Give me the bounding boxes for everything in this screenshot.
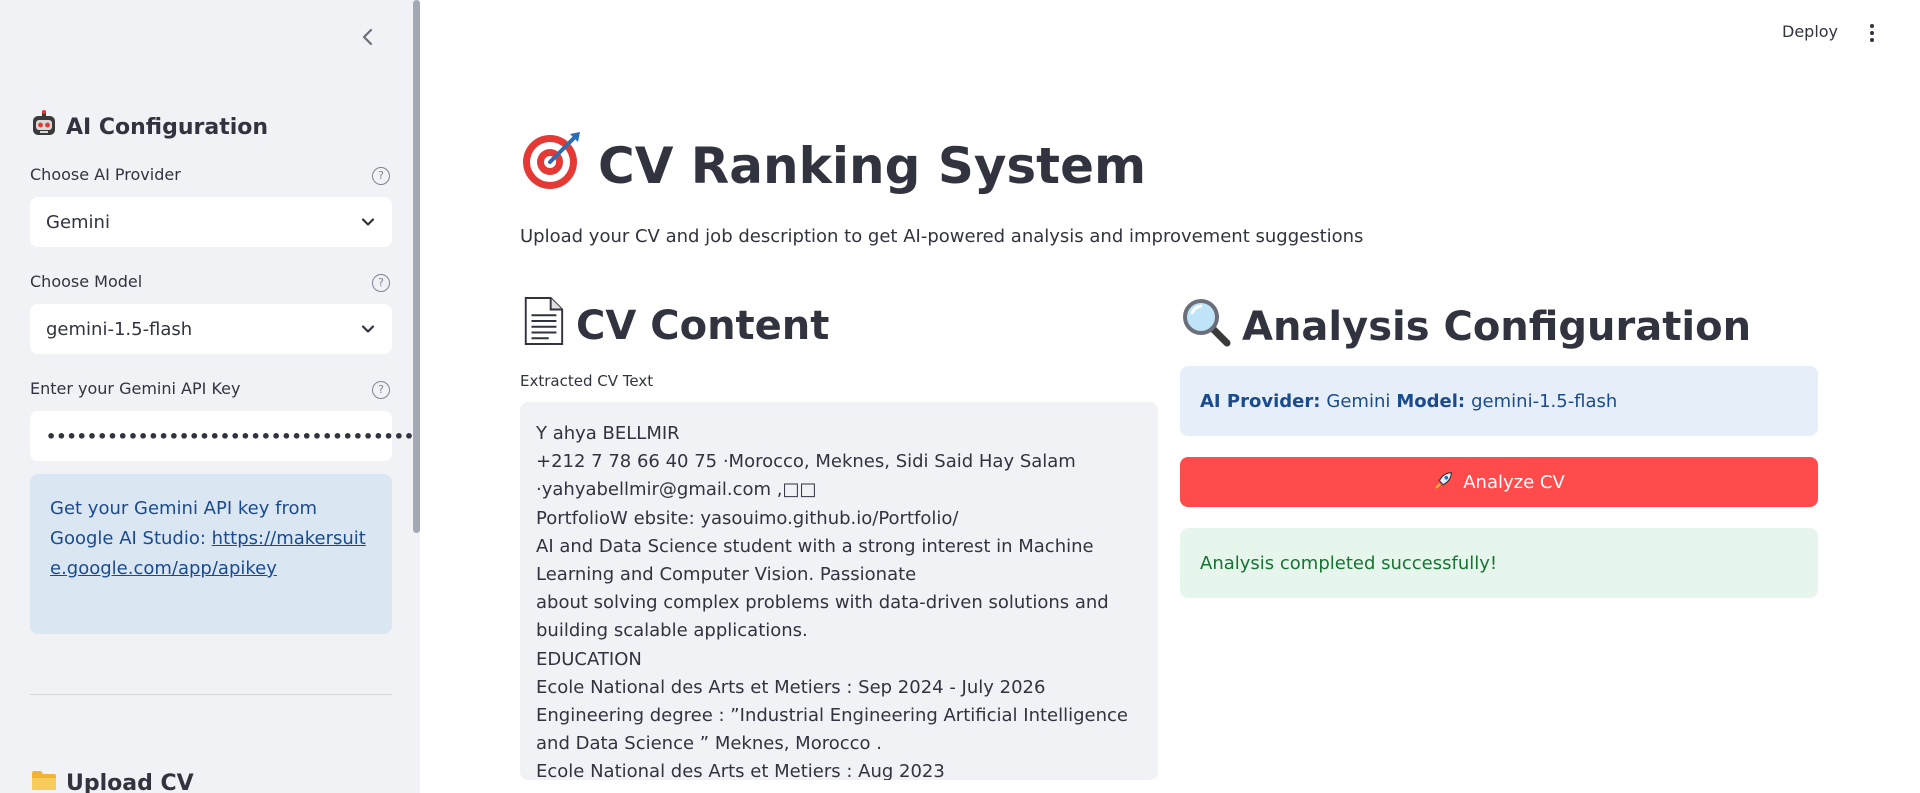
upload-cv-heading-text: Upload CV bbox=[66, 770, 194, 793]
help-icon[interactable]: ? bbox=[372, 381, 390, 399]
ai-config-heading: AI Configuration bbox=[30, 110, 268, 144]
provider-value: Gemini bbox=[1326, 390, 1391, 412]
robot-icon bbox=[30, 110, 58, 144]
model-label: Choose Model bbox=[30, 272, 143, 291]
api-key-value: •••••••••••••••••••••••••••••••••••••• bbox=[46, 426, 420, 446]
model-value: gemini-1.5-flash bbox=[1471, 390, 1618, 412]
analyze-cv-label: Analyze CV bbox=[1463, 471, 1565, 493]
api-key-info-box: Get your Gemini API key from Google AI S… bbox=[30, 474, 392, 634]
config-info-box: AI Provider: Gemini Model: gemini-1.5-fl… bbox=[1180, 366, 1818, 436]
document-icon bbox=[520, 296, 566, 356]
success-alert: Analysis completed successfully! bbox=[1180, 528, 1818, 598]
upload-cv-heading: Upload CV bbox=[30, 766, 194, 793]
kebab-menu-icon[interactable] bbox=[1868, 22, 1876, 44]
page-title-text: CV Ranking System bbox=[598, 137, 1147, 195]
provider-select-value: Gemini bbox=[46, 211, 110, 233]
help-icon[interactable]: ? bbox=[372, 274, 390, 292]
sidebar-divider bbox=[30, 694, 392, 695]
chevron-left-icon[interactable] bbox=[356, 25, 380, 49]
cv-section-title-text: CV Content bbox=[576, 303, 830, 349]
ai-config-heading-text: AI Configuration bbox=[66, 114, 269, 140]
analysis-section-title: Analysis Configuration bbox=[1180, 296, 1751, 358]
folder-icon bbox=[30, 766, 58, 793]
sidebar: AI Configuration Choose AI Provider ? Ge… bbox=[0, 0, 420, 793]
chevron-down-icon bbox=[360, 214, 376, 230]
analysis-section-title-text: Analysis Configuration bbox=[1242, 304, 1752, 350]
rocket-icon bbox=[1433, 469, 1455, 496]
provider-select[interactable]: Gemini bbox=[30, 197, 392, 247]
analyze-cv-button[interactable]: Analyze CV bbox=[1180, 457, 1818, 507]
sidebar-scrollbar[interactable] bbox=[413, 0, 420, 533]
chevron-down-icon bbox=[360, 321, 376, 337]
model-key: Model: bbox=[1396, 390, 1466, 412]
api-key-input[interactable]: •••••••••••••••••••••••••••••••••••••• bbox=[30, 411, 420, 461]
cv-section-title: CV Content bbox=[520, 296, 829, 356]
provider-key: AI Provider: bbox=[1200, 390, 1321, 412]
page-subtitle: Upload your CV and job description to ge… bbox=[520, 226, 1364, 247]
api-key-label: Enter your Gemini API Key bbox=[30, 379, 241, 398]
help-icon[interactable]: ? bbox=[372, 167, 390, 185]
extracted-cv-label: Extracted CV Text bbox=[520, 372, 654, 390]
cv-text-area[interactable]: Y ahya BELLMIR +212 7 78 66 40 75 ·Moroc… bbox=[520, 402, 1158, 780]
magnifier-icon bbox=[1180, 296, 1232, 358]
model-select[interactable]: gemini-1.5-flash bbox=[30, 304, 392, 354]
deploy-button[interactable]: Deploy bbox=[1782, 22, 1838, 41]
page-title: CV Ranking System bbox=[520, 128, 1146, 204]
model-select-value: gemini-1.5-flash bbox=[46, 318, 193, 340]
target-icon bbox=[520, 128, 584, 204]
provider-label: Choose AI Provider bbox=[30, 165, 181, 184]
success-message: Analysis completed successfully! bbox=[1200, 552, 1498, 574]
